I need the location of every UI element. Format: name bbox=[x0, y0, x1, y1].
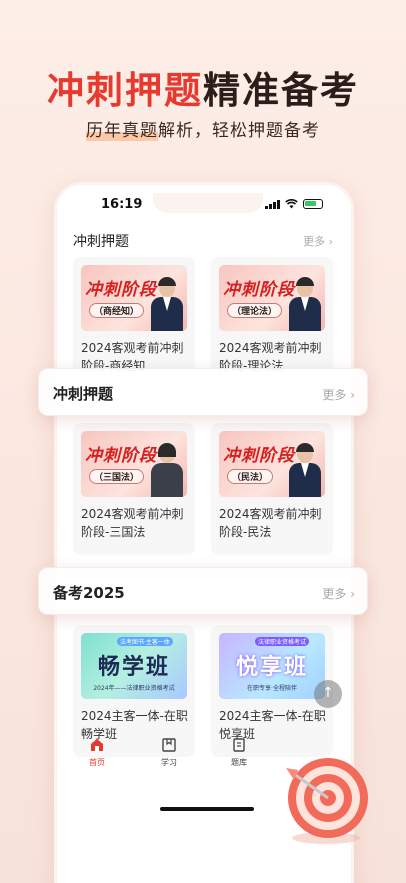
tab-home[interactable]: 首页 bbox=[77, 737, 117, 768]
signal-icon bbox=[265, 199, 280, 209]
class-badge: 法律职业资格考试 bbox=[255, 637, 310, 646]
course-title: 2024客观考前冲刺阶段-民法 bbox=[219, 507, 322, 539]
status-time: 16:19 bbox=[101, 197, 143, 212]
wifi-icon bbox=[285, 199, 298, 209]
hero-subtitle-rest: 解析，轻松押题备考 bbox=[158, 121, 320, 141]
course-thumbnail: 冲刺阶段 （三国法） bbox=[81, 431, 187, 497]
teacher-photo bbox=[151, 277, 183, 331]
book-icon bbox=[162, 738, 176, 752]
scroll-to-top-button[interactable]: ↑ bbox=[314, 680, 342, 708]
hero-title-accent: 冲刺押题 bbox=[47, 69, 203, 112]
floating-section-title: 备考2025 bbox=[53, 584, 125, 602]
status-bar: 16:19 bbox=[57, 193, 351, 217]
class-name: 悦享班 bbox=[235, 655, 308, 680]
teacher-photo bbox=[289, 443, 321, 497]
subject-tag: （民法） bbox=[227, 469, 274, 484]
subject-tag: （三国法） bbox=[89, 469, 145, 484]
course-thumbnail: 法律职业资格考试 悦享班 在职专享·全程陪伴 bbox=[219, 633, 325, 699]
more-link[interactable]: 更多 › bbox=[303, 233, 333, 249]
home-indicator bbox=[160, 807, 254, 811]
course-thumbnail: 冲刺阶段 （民法） bbox=[219, 431, 325, 497]
banner-text: 冲刺阶段 bbox=[85, 280, 157, 300]
course-title: 2024客观考前冲刺阶段-三国法 bbox=[81, 507, 184, 539]
tab-label: 题库 bbox=[231, 758, 247, 767]
subject-tag: （理论法） bbox=[227, 303, 283, 318]
course-thumbnail: 冲刺阶段 （商经知） bbox=[81, 265, 187, 331]
status-icons bbox=[265, 199, 323, 209]
more-link[interactable]: 更多 › bbox=[322, 585, 355, 602]
more-link[interactable]: 更多 › bbox=[322, 386, 355, 403]
hero-title: 冲刺押题精准备考 bbox=[0, 60, 406, 114]
battery-icon bbox=[303, 199, 323, 209]
class-badge: 法考图书·主客一体 bbox=[117, 637, 173, 646]
notch bbox=[153, 193, 263, 213]
tab-label: 学习 bbox=[161, 758, 177, 767]
banner-text: 冲刺阶段 bbox=[223, 280, 295, 300]
class-caption: 在职专享·全程陪伴 bbox=[247, 685, 297, 692]
hero-subtitle: 历年真题解析，轻松押题备考 bbox=[0, 116, 406, 141]
course-thumbnail: 法考图书·主客一体 畅学班 2024年——法律职业资格考试 bbox=[81, 633, 187, 699]
floating-section-title: 冲刺押题 bbox=[53, 385, 114, 403]
section-header-sprint: 冲刺押题 更多 › bbox=[73, 231, 333, 251]
banner-text: 冲刺阶段 bbox=[85, 446, 157, 466]
floating-section-header-prep[interactable]: 备考2025 更多 › bbox=[38, 567, 368, 615]
floating-section-header-sprint[interactable]: 冲刺押题 更多 › bbox=[38, 368, 368, 416]
hero-subtitle-highlight: 历年真题 bbox=[86, 121, 158, 141]
question-bank-icon bbox=[233, 738, 245, 752]
banner-text: 冲刺阶段 bbox=[223, 446, 295, 466]
class-caption: 2024年——法律职业资格考试 bbox=[93, 685, 175, 692]
teacher-photo bbox=[289, 277, 321, 331]
tab-study[interactable]: 学习 bbox=[149, 737, 189, 768]
home-icon bbox=[91, 739, 103, 751]
course-card[interactable]: 冲刺阶段 （三国法） 2024客观考前冲刺阶段-三国法 bbox=[73, 423, 195, 555]
tab-question-bank[interactable]: 题库 bbox=[219, 737, 259, 768]
hero-title-rest: 精准备考 bbox=[203, 69, 359, 112]
course-thumbnail: 冲刺阶段 （理论法） bbox=[219, 265, 325, 331]
section-title: 冲刺押题 bbox=[73, 234, 129, 250]
tab-label: 首页 bbox=[89, 758, 105, 767]
class-name: 畅学班 bbox=[97, 655, 170, 680]
target-icon bbox=[286, 758, 368, 844]
teacher-photo bbox=[151, 443, 183, 497]
course-card[interactable]: 冲刺阶段 （民法） 2024客观考前冲刺阶段-民法 bbox=[211, 423, 333, 555]
subject-tag: （商经知） bbox=[89, 303, 145, 318]
